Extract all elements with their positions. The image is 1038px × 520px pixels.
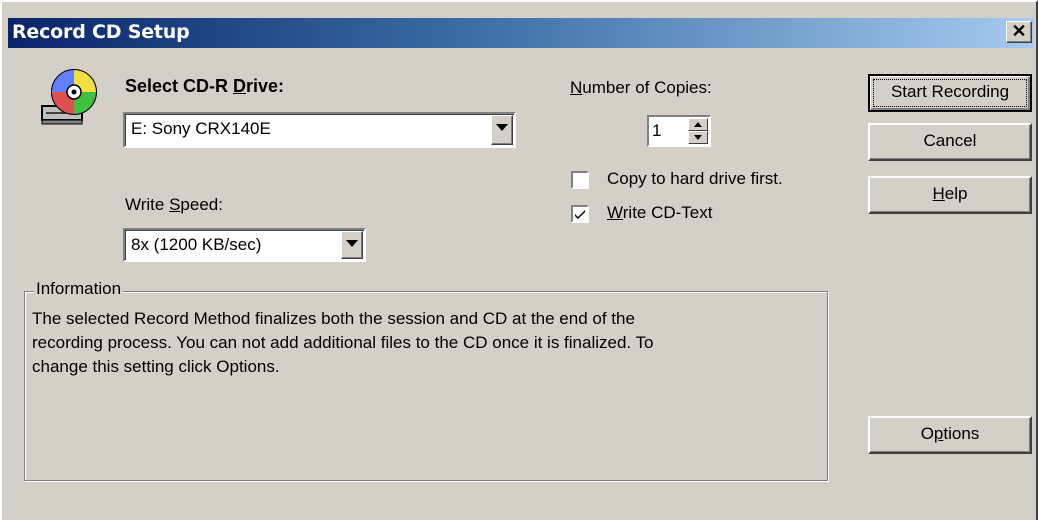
information-text: The selected Record Method finalizes bot… (32, 307, 822, 379)
options-button[interactable]: Options (868, 416, 1032, 454)
information-line: change this setting click Options. (32, 357, 280, 376)
arrow-down-icon (694, 135, 702, 140)
cd-drive-icon (38, 68, 102, 132)
cancel-label: Cancel (923, 131, 977, 150)
chevron-down-icon (496, 124, 508, 131)
chevron-down-icon (346, 240, 358, 247)
help-button[interactable]: Help (868, 176, 1032, 214)
help-label: Help (932, 184, 968, 203)
copies-up-button[interactable] (688, 118, 708, 131)
copy-to-hd-label[interactable]: Copy to hard drive first. (607, 169, 783, 189)
window-title: Record CD Setup (12, 21, 190, 43)
speed-select-value: 8x (1200 KB/sec) (131, 235, 262, 254)
copies-stepper[interactable]: 1 (647, 115, 711, 147)
information-legend: Information (34, 279, 124, 299)
drive-select-value: E: Sony CRX140E (131, 119, 271, 138)
record-cd-setup-dialog: Record CD Setup ✕ Select CD-R Drive: E: … (0, 0, 1038, 520)
drive-label: Select CD-R Drive: (125, 76, 285, 96)
write-cdtext-label[interactable]: Write CD-Text (607, 203, 712, 223)
close-button[interactable]: ✕ (1006, 21, 1032, 43)
arrow-up-icon (694, 122, 702, 127)
speed-dropdown-button[interactable] (341, 231, 363, 259)
copies-value[interactable]: 1 (652, 121, 661, 141)
cancel-button[interactable]: Cancel (868, 123, 1032, 161)
write-cdtext-checkbox[interactable] (571, 205, 589, 223)
information-line: The selected Record Method finalizes bot… (32, 309, 635, 328)
speed-select[interactable]: 8x (1200 KB/sec) (123, 228, 366, 262)
focus-rect (873, 79, 1027, 107)
checkmark-icon (575, 210, 585, 219)
options-label: Options (920, 424, 980, 443)
title-bar[interactable]: Record CD Setup ✕ (8, 18, 1034, 48)
copies-label: Number of Copies: (570, 78, 712, 97)
drive-dropdown-button[interactable] (491, 115, 513, 145)
copy-to-hd-checkbox[interactable] (571, 171, 589, 189)
start-recording-button[interactable]: Start Recording (868, 74, 1032, 112)
close-icon: ✕ (1011, 21, 1027, 41)
speed-label: Write Speed: (125, 195, 223, 214)
information-line: recording process. You can not add addit… (32, 333, 654, 352)
drive-select[interactable]: E: Sony CRX140E (123, 112, 516, 148)
copies-down-button[interactable] (688, 131, 708, 144)
